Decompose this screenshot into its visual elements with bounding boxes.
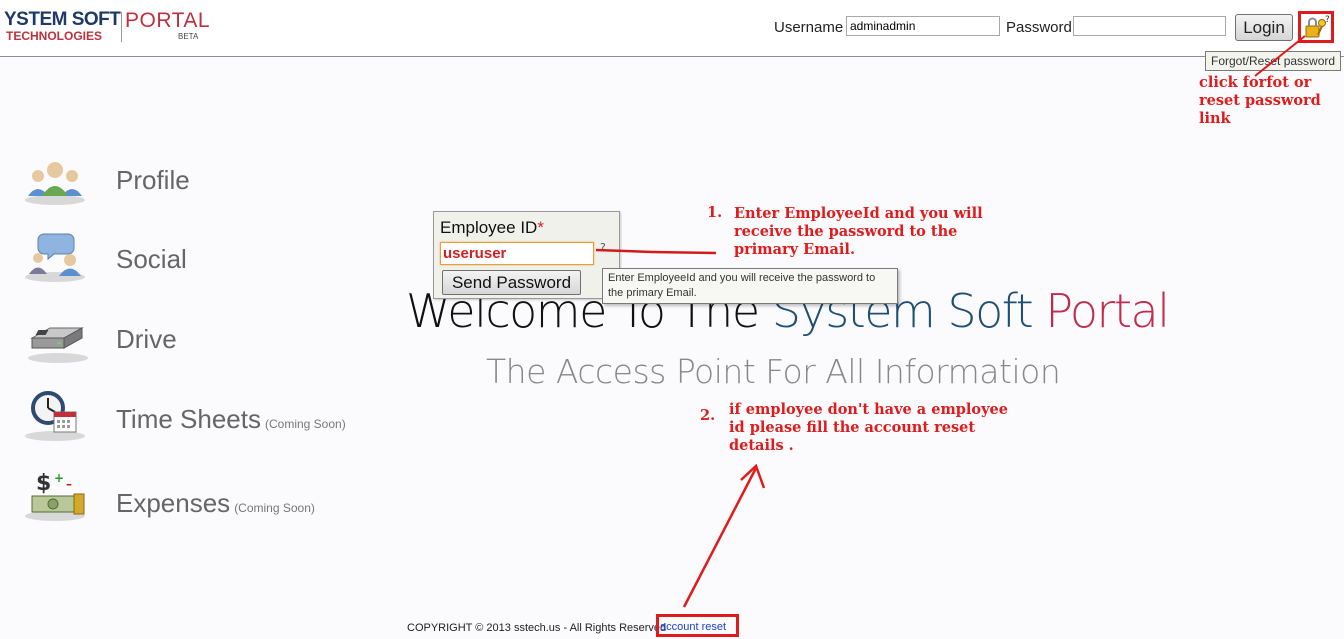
sidebar-item-label: Social [116, 244, 187, 274]
drive-icon [28, 327, 88, 363]
logo-divider [121, 12, 122, 42]
money-icon: $ + – [25, 471, 85, 521]
sidebar-item-label: Expenses (Coming Soon) [116, 488, 315, 518]
send-password-button[interactable]: Send Password [442, 270, 581, 295]
profile-people-icon [25, 162, 85, 205]
sidebar-item-label: Time Sheets (Coming Soon) [116, 404, 346, 434]
welcome-tagline: The Access Point For All Information [486, 352, 1061, 391]
employee-id-input[interactable] [440, 242, 594, 265]
svg-text:$: $ [36, 471, 51, 496]
sidebar-item-label: Profile [116, 165, 190, 195]
annotation-step2: if employee don't have a employee id ple… [729, 401, 1008, 454]
logo-company-name: YSTEM SOFT [4, 9, 121, 30]
account-reset-highlight-box [656, 614, 739, 637]
sidebar-item-time-sheets[interactable]: Time Sheets (Coming Soon) [0, 390, 380, 450]
sidebar-item-drive[interactable]: Drive [0, 310, 380, 370]
clock-calendar-icon [25, 391, 85, 441]
logo-company-sub: TECHNOLOGIES [6, 29, 103, 43]
annotation-step2-number: 2. [700, 407, 716, 424]
annotation-forgot: click forfot or reset password link [1199, 74, 1321, 127]
sidebar-item-label: Drive [116, 324, 177, 354]
employee-id-label: Employee ID* [440, 218, 544, 237]
employee-id-popup: Employee ID* ? Send Password [433, 211, 620, 299]
sidebar-item-expenses[interactable]: $ + – Expenses (Coming Soon) [0, 471, 380, 532]
password-label: Password [1006, 19, 1072, 36]
svg-text:–: – [66, 477, 72, 491]
forgot-highlight-box [1298, 11, 1334, 43]
social-chat-icon [25, 233, 85, 282]
help-icon[interactable]: ? [600, 241, 606, 254]
password-input[interactable] [1073, 16, 1226, 36]
username-input[interactable] [846, 16, 1000, 36]
footer-copyright: COPYRIGHT © 2013 sstech.us - All Rights … [407, 622, 667, 634]
username-label: Username [774, 19, 844, 36]
annotation-step1: Enter EmployeeId and you will receive th… [734, 205, 983, 258]
logo-beta: BETA [178, 32, 199, 41]
login-button[interactable]: Login [1235, 14, 1293, 41]
sidebar-item-profile[interactable]: Profile [0, 152, 380, 212]
employee-id-tooltip: Enter EmployeeId and you will receive th… [602, 268, 898, 304]
svg-text:+: + [54, 471, 64, 485]
forgot-tooltip: Forgot/Reset password [1205, 51, 1342, 71]
logo-portal: PORTAL [125, 9, 211, 32]
annotation-step1-number: 1. [707, 204, 723, 221]
sidebar-item-social[interactable]: Social [0, 230, 380, 290]
